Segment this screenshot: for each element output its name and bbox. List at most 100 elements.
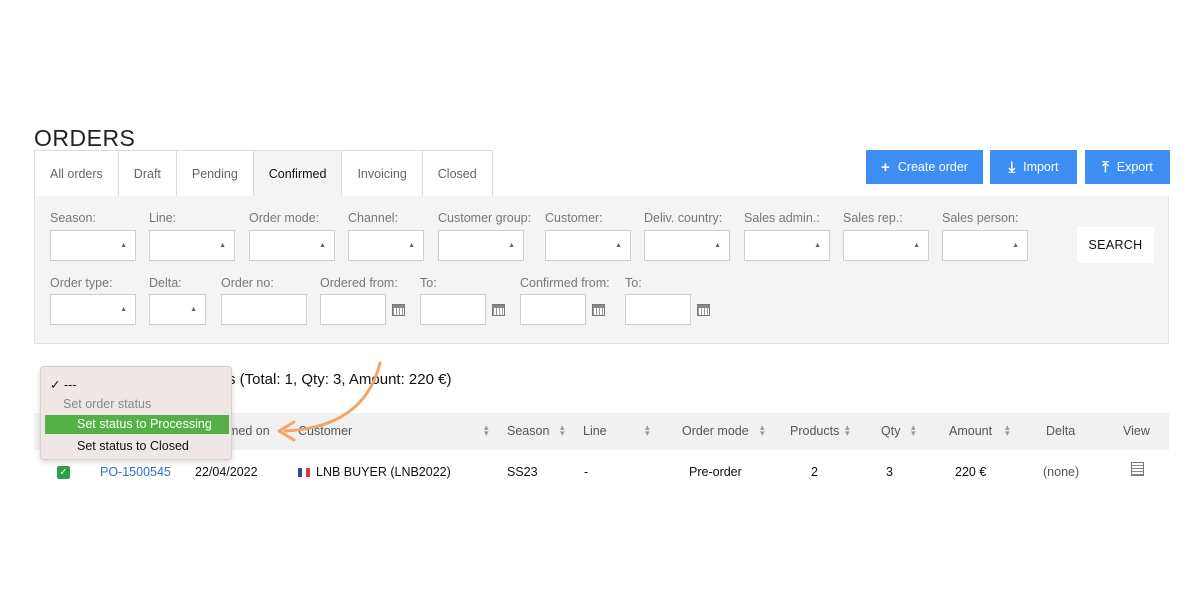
- sales-rep-select[interactable]: ▲: [843, 230, 929, 261]
- export-button[interactable]: ⤒ Export: [1085, 150, 1170, 184]
- col-delta[interactable]: Delta: [1046, 424, 1075, 438]
- col-amount[interactable]: Amount: [949, 424, 992, 438]
- sort-icon[interactable]: ▴ ▾: [845, 423, 850, 438]
- confirmed-to-input[interactable]: [625, 294, 691, 325]
- bulk-menu-group-label: Set order status: [63, 397, 152, 411]
- col-confirmed-on[interactable]: med on: [228, 424, 270, 438]
- tab-all-orders[interactable]: All orders: [34, 150, 118, 197]
- sales-admin-label: Sales admin.:: [744, 211, 820, 225]
- sales-admin-select[interactable]: ▲: [744, 230, 830, 261]
- calendar-icon[interactable]: [592, 304, 605, 316]
- import-button[interactable]: ⤓ Import: [990, 150, 1077, 184]
- status-tabs: All orders Draft Pending Confirmed Invoi…: [34, 150, 493, 197]
- set-status-processing-option[interactable]: Set status to Processing: [45, 415, 229, 434]
- order-mode-label: Order mode:: [249, 211, 320, 225]
- delta-label: Delta:: [149, 276, 182, 290]
- create-order-label: Create order: [897, 160, 968, 174]
- page-title: ORDERS: [34, 125, 136, 152]
- bulk-action-menu: ✓ --- Set order status Set status to Pro…: [40, 366, 232, 460]
- col-season[interactable]: Season: [507, 424, 549, 438]
- sort-icon[interactable]: ▴ ▾: [1005, 423, 1010, 438]
- set-status-closed-option[interactable]: Set status to Closed: [77, 439, 267, 453]
- sort-icon[interactable]: ▴ ▾: [760, 423, 765, 438]
- create-order-button[interactable]: + Create order: [866, 150, 983, 184]
- col-line[interactable]: Line: [583, 424, 607, 438]
- order-mode-select[interactable]: ▲: [249, 230, 335, 261]
- order-type-select[interactable]: ▲: [50, 294, 136, 325]
- caret-up-icon: ▲: [190, 306, 197, 313]
- amount-cell: 220 €: [955, 465, 987, 479]
- line-label: Line:: [149, 211, 177, 225]
- customer-cell: LNB BUYER (LNB2022): [298, 465, 451, 479]
- col-products[interactable]: Products: [790, 424, 839, 438]
- season-label: Season:: [50, 211, 96, 225]
- france-flag-icon: [298, 468, 310, 477]
- caret-up-icon: ▲: [913, 242, 920, 249]
- qty-cell: 3: [886, 465, 893, 479]
- tab-draft[interactable]: Draft: [117, 150, 176, 197]
- col-qty[interactable]: Qty: [881, 424, 900, 438]
- customer-group-select[interactable]: ▲: [438, 230, 524, 261]
- import-label: Import: [1023, 160, 1059, 174]
- customer-select[interactable]: ▲: [545, 230, 631, 261]
- calendar-icon[interactable]: [697, 304, 710, 316]
- sort-icon[interactable]: ▴ ▾: [484, 423, 489, 438]
- ordered-from-input[interactable]: [320, 294, 386, 325]
- sales-person-select[interactable]: ▲: [942, 230, 1028, 261]
- products-cell: 2: [811, 465, 818, 479]
- search-button[interactable]: SEARCH: [1077, 227, 1154, 263]
- sales-person-label: Sales person:: [942, 211, 1019, 225]
- channel-select[interactable]: ▲: [348, 230, 424, 261]
- tab-closed[interactable]: Closed: [421, 150, 493, 197]
- customer-group-label: Customer group:: [438, 211, 532, 225]
- filter-panel: Season: Line: Order mode: Channel: Custo…: [34, 196, 1169, 344]
- caret-up-icon: ▲: [615, 242, 622, 249]
- order-no-input[interactable]: [221, 294, 307, 325]
- sort-icon[interactable]: ▴ ▾: [560, 423, 565, 438]
- customer-name: LNB BUYER (LNB2022): [316, 465, 451, 479]
- season-cell: SS23: [507, 465, 538, 479]
- caret-up-icon: ▲: [508, 242, 515, 249]
- tab-invoicing[interactable]: Invoicing: [341, 150, 422, 197]
- sales-rep-label: Sales rep.:: [843, 211, 903, 225]
- order-no-label: Order no:: [221, 276, 274, 290]
- caret-up-icon: ▲: [714, 242, 721, 249]
- confirmed-to-label: To:: [625, 276, 642, 290]
- confirmed-on-cell: 22/04/2022: [195, 465, 258, 479]
- line-cell: -: [584, 465, 589, 479]
- caret-up-icon: ▲: [219, 242, 226, 249]
- tab-confirmed[interactable]: Confirmed: [252, 150, 342, 197]
- delta-cell: (none): [1043, 465, 1080, 479]
- caret-up-icon: ▲: [408, 242, 415, 249]
- tab-pending[interactable]: Pending: [175, 150, 253, 197]
- order-number-link[interactable]: PO-1500545: [100, 465, 171, 479]
- col-order-mode[interactable]: Order mode: [682, 424, 749, 438]
- export-icon: ⤒: [1102, 158, 1109, 176]
- ordered-to-label: To:: [420, 276, 437, 290]
- order-type-label: Order type:: [50, 276, 113, 290]
- ordered-from-label: Ordered from:: [320, 276, 398, 290]
- view-document-icon[interactable]: [1131, 462, 1144, 476]
- calendar-icon[interactable]: [392, 304, 405, 316]
- col-customer[interactable]: Customer: [298, 424, 352, 438]
- deliv-country-select[interactable]: ▲: [644, 230, 730, 261]
- confirmed-from-input[interactable]: [520, 294, 586, 325]
- confirmed-from-label: Confirmed from:: [520, 276, 610, 290]
- caret-up-icon: ▲: [319, 242, 326, 249]
- col-view: View: [1123, 424, 1150, 438]
- delta-select[interactable]: ▲: [149, 294, 206, 325]
- ordered-to-input[interactable]: [420, 294, 486, 325]
- line-select[interactable]: ▲: [149, 230, 235, 261]
- channel-label: Channel:: [348, 211, 399, 225]
- bulk-menu-selected[interactable]: ✓ ---: [50, 377, 240, 392]
- row-checkbox[interactable]: ✓: [57, 466, 70, 479]
- import-icon: ⤓: [1008, 158, 1016, 176]
- sort-icon[interactable]: ▴ ▾: [911, 423, 916, 438]
- order-mode-cell: Pre-order: [689, 465, 742, 479]
- sort-icon[interactable]: ▴ ▾: [645, 423, 650, 438]
- plus-icon: +: [881, 158, 890, 176]
- season-select[interactable]: ▲: [50, 230, 136, 261]
- deliv-country-label: Deliv. country:: [644, 211, 723, 225]
- export-label: Export: [1116, 160, 1153, 174]
- calendar-icon[interactable]: [492, 304, 505, 316]
